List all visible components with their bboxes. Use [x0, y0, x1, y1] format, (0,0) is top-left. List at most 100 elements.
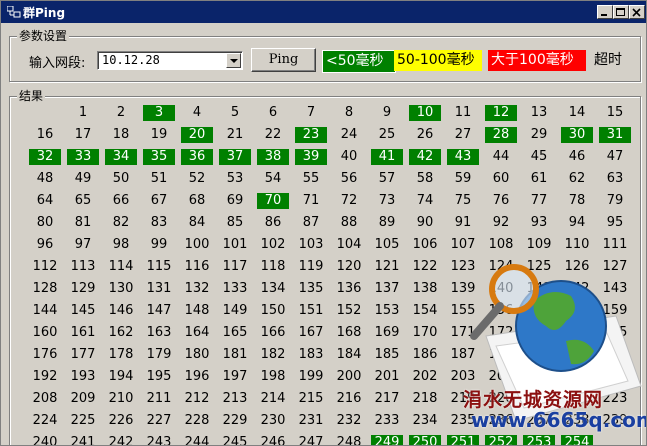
host-cell-83: 83: [143, 215, 175, 231]
host-cell-154: 154: [409, 303, 441, 319]
host-cell-46: 46: [561, 149, 593, 165]
host-cell-192: 192: [29, 369, 61, 385]
host-cell-70: 70: [257, 193, 289, 209]
host-cell-215: 215: [295, 391, 327, 407]
host-cell-165: 165: [219, 325, 251, 341]
host-cell-98: 98: [105, 237, 137, 253]
host-cell-85: 85: [219, 215, 251, 231]
host-cell-80: 80: [29, 215, 61, 231]
host-cell-8: 8: [333, 105, 365, 121]
host-cell-22: 22: [257, 127, 289, 143]
host-cell-208: 208: [29, 391, 61, 407]
host-cell-52: 52: [181, 171, 213, 187]
host-cell-167: 167: [295, 325, 327, 341]
host-cell-37: 37: [219, 149, 251, 165]
host-cell-241: 241: [67, 435, 99, 445]
chevron-down-icon: [230, 59, 238, 63]
host-cell-24: 24: [333, 127, 365, 143]
host-cell-111: 111: [599, 237, 631, 253]
host-cell-128: 128: [29, 281, 61, 297]
host-cell-71: 71: [295, 193, 327, 209]
host-cell-153: 153: [371, 303, 403, 319]
host-cell-90: 90: [409, 215, 441, 231]
host-cell-109: 109: [523, 237, 555, 253]
host-cell-62: 62: [561, 171, 593, 187]
host-cell-182: 182: [257, 347, 289, 363]
host-cell-145: 145: [67, 303, 99, 319]
host-cell-131: 131: [143, 281, 175, 297]
host-cell-116: 116: [181, 259, 213, 275]
title-bar[interactable]: 群Ping: [1, 1, 646, 23]
host-cell-218: 218: [409, 391, 441, 407]
host-cell-147: 147: [143, 303, 175, 319]
host-cell-170: 170: [409, 325, 441, 341]
host-cell-242: 242: [105, 435, 137, 445]
host-cell-178: 178: [105, 347, 137, 363]
host-cell-135: 135: [295, 281, 327, 297]
host-cell-150: 150: [257, 303, 289, 319]
segment-value[interactable]: 10.12.28: [102, 53, 160, 67]
host-cell-11: 11: [447, 105, 479, 121]
host-cell-110: 110: [561, 237, 593, 253]
host-cell-25: 25: [371, 127, 403, 143]
host-cell-233: 233: [371, 413, 403, 429]
host-cell-114: 114: [105, 259, 137, 275]
host-cell-119: 119: [295, 259, 327, 275]
host-cell-40: 40: [333, 149, 365, 165]
segment-combo[interactable]: 10.12.28: [97, 51, 243, 70]
host-cell-117: 117: [219, 259, 251, 275]
host-cell-138: 138: [409, 281, 441, 297]
results-group-label: 结果: [17, 89, 46, 103]
host-cell-115: 115: [143, 259, 175, 275]
host-cell-13: 13: [523, 105, 555, 121]
host-cell-72: 72: [333, 193, 365, 209]
host-cell-230: 230: [257, 413, 289, 429]
host-cell-51: 51: [143, 171, 175, 187]
host-cell-201: 201: [371, 369, 403, 385]
host-cell-84: 84: [181, 215, 213, 231]
host-cell-202: 202: [409, 369, 441, 385]
host-cell-168: 168: [333, 325, 365, 341]
host-cell-213: 213: [219, 391, 251, 407]
host-cell-10: 10: [409, 105, 441, 121]
host-cell-75: 75: [447, 193, 479, 209]
dropdown-button[interactable]: [226, 53, 241, 68]
host-cell-55: 55: [295, 171, 327, 187]
host-cell-2: 2: [105, 105, 137, 121]
host-cell-232: 232: [333, 413, 365, 429]
host-cell-177: 177: [67, 347, 99, 363]
ping-window: 群Ping 参数设置 输入网段: 10.12.28 Ping <50毫秒 50-…: [0, 0, 647, 446]
host-cell-88: 88: [333, 215, 365, 231]
host-cell-162: 162: [105, 325, 137, 341]
host-cell-164: 164: [181, 325, 213, 341]
host-cell-195: 195: [143, 369, 175, 385]
minimize-button[interactable]: [597, 5, 613, 19]
host-cell-89: 89: [371, 215, 403, 231]
host-cell-48: 48: [29, 171, 61, 187]
host-cell-23: 23: [295, 127, 327, 143]
host-cell-5: 5: [219, 105, 251, 121]
host-cell-1: 1: [67, 105, 99, 121]
host-cell-28: 28: [485, 127, 517, 143]
host-cell-81: 81: [67, 215, 99, 231]
maximize-icon: [616, 8, 625, 16]
close-button[interactable]: [629, 5, 645, 19]
host-cell-240: 240: [29, 435, 61, 445]
host-cell-166: 166: [257, 325, 289, 341]
host-cell-64: 64: [29, 193, 61, 209]
host-cell-107: 107: [447, 237, 479, 253]
host-cell-234: 234: [409, 413, 441, 429]
host-cell-94: 94: [561, 215, 593, 231]
close-icon: [632, 8, 641, 17]
maximize-button[interactable]: [613, 5, 629, 19]
host-cell-9: 9: [371, 105, 403, 121]
host-cell-163: 163: [143, 325, 175, 341]
host-cell-229: 229: [219, 413, 251, 429]
host-cell-185: 185: [371, 347, 403, 363]
ping-button[interactable]: Ping: [251, 48, 316, 72]
host-cell-160: 160: [29, 325, 61, 341]
host-cell-58: 58: [409, 171, 441, 187]
host-cell-144: 144: [29, 303, 61, 319]
host-cell-104: 104: [333, 237, 365, 253]
host-cell-247: 247: [295, 435, 327, 445]
